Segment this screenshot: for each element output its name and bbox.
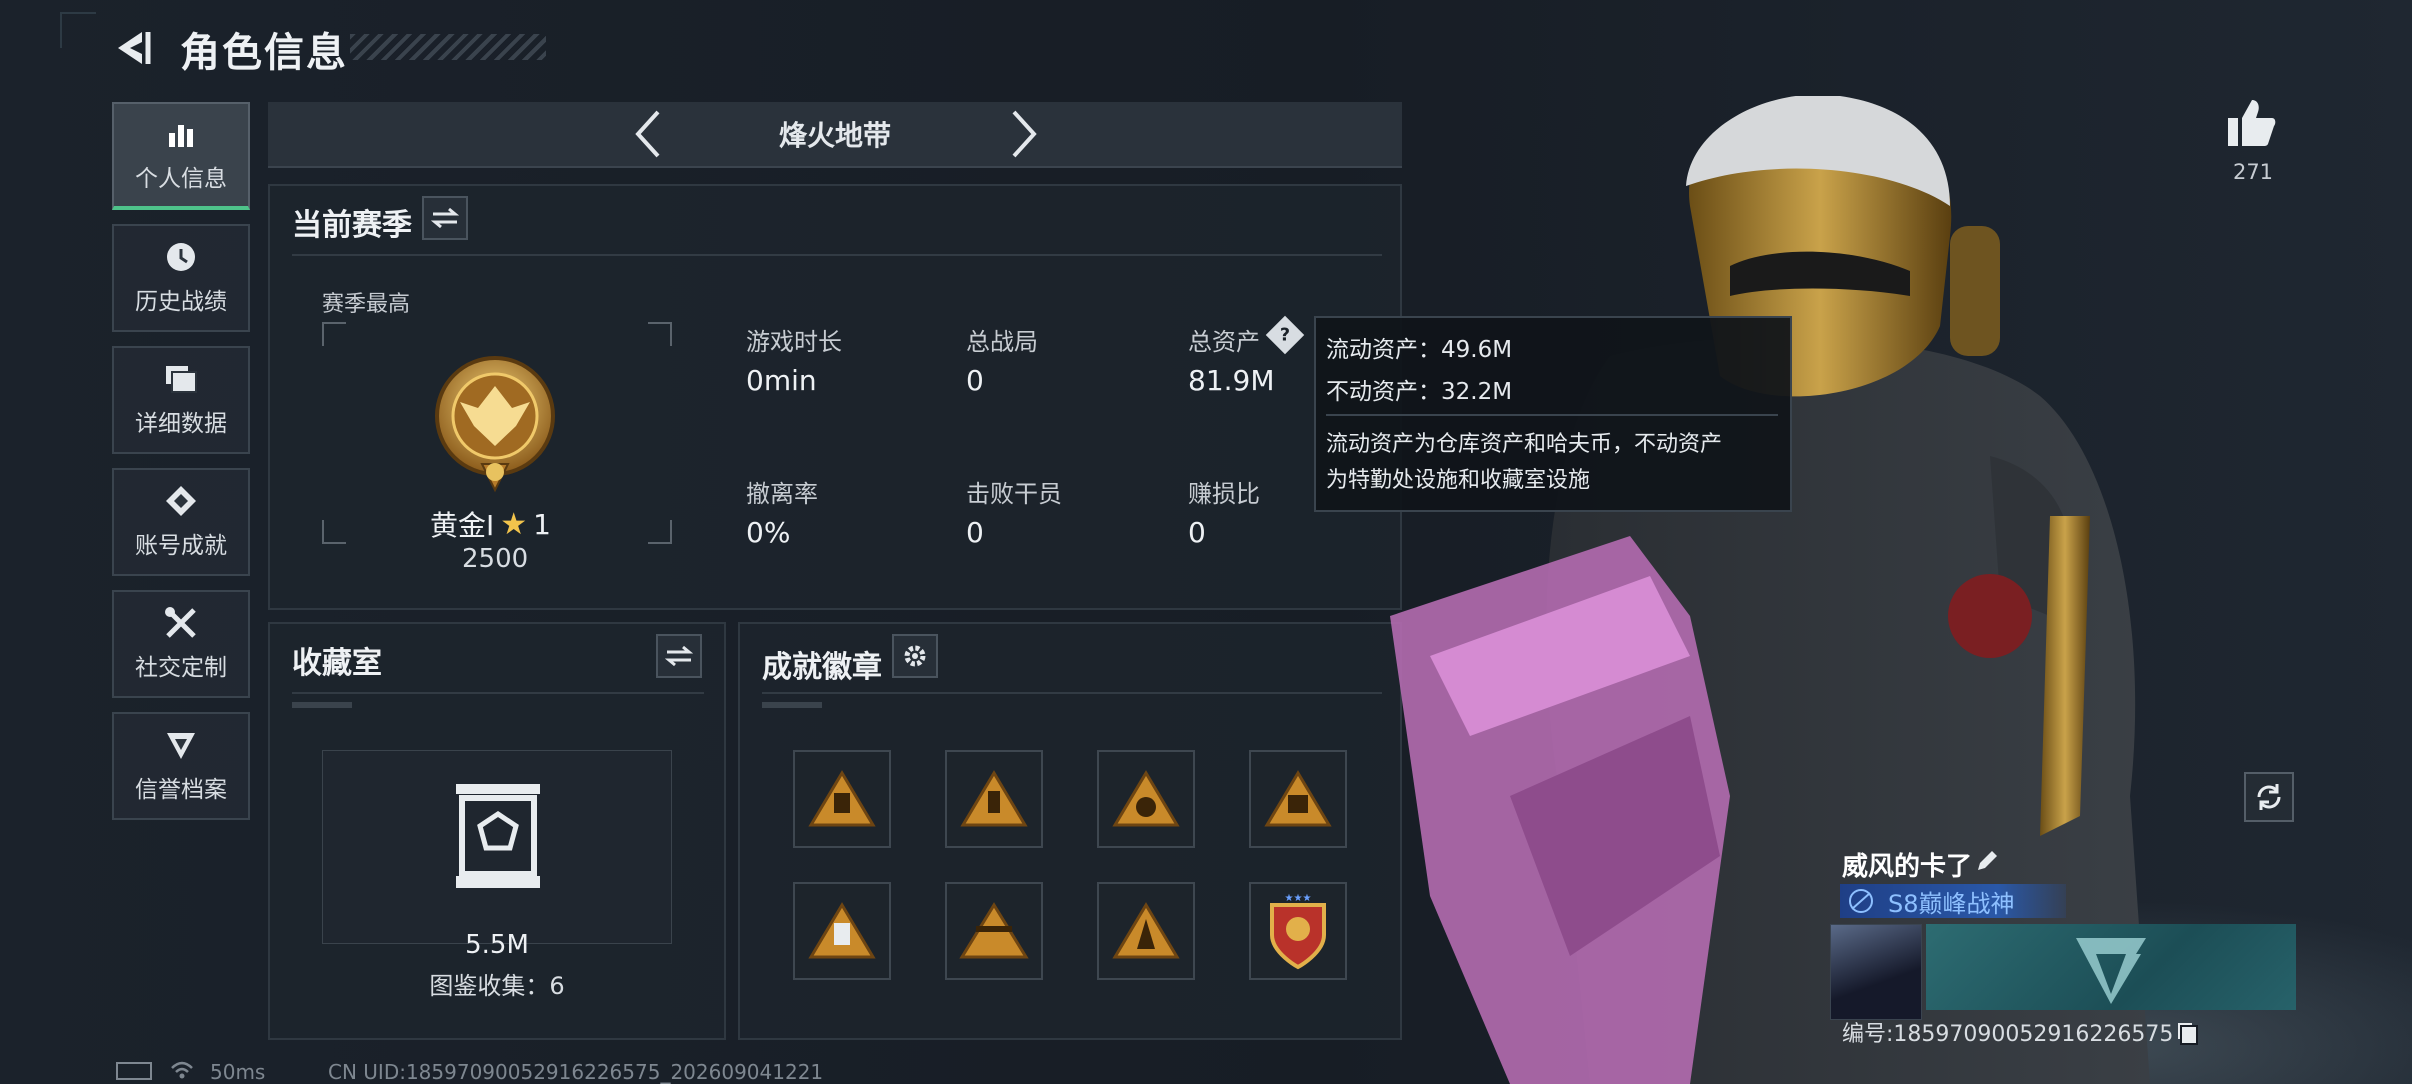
stat-value: 0min [746, 364, 817, 397]
folder-icon [164, 362, 198, 396]
stat-label: 游戏时长 [746, 328, 842, 356]
stat-label: 总资产 [1188, 328, 1260, 356]
sidebar-item-achievements[interactable]: 账号成就 [112, 468, 250, 576]
swap-collection-button[interactable] [656, 634, 702, 678]
badges-divider [762, 692, 1382, 694]
edit-icon[interactable] [1974, 848, 2000, 874]
like-count: 271 [2232, 160, 2274, 184]
sidebar-item-label: 账号成就 [135, 533, 227, 559]
sidebar-item-label: 历史战绩 [135, 289, 227, 315]
copy-icon[interactable] [2180, 1025, 2199, 1045]
shield-icon [164, 728, 198, 762]
player-uid-text: 编号:1859709005291622657​5 [1842, 1022, 2174, 1047]
back-arrow-icon[interactable] [112, 26, 156, 70]
sidebar-item-detail-data[interactable]: 详细数据 [112, 346, 250, 454]
mode-label: 烽火地带 [778, 119, 891, 152]
collection-count: 图鉴收集：6 [429, 972, 565, 1000]
badge-item[interactable] [1097, 750, 1195, 848]
sidebar-item-personal-info[interactable]: 个人信息 [112, 102, 250, 210]
badge-item[interactable] [793, 750, 891, 848]
stat-label: 撤离率 [746, 480, 818, 508]
sidebar-item-label: 个人信息 [135, 166, 227, 192]
collection-bar [292, 702, 352, 708]
season-title: 当前赛季 [292, 208, 412, 243]
tooltip-liquid: 流动资产：49.6M [1326, 337, 1513, 363]
corner-decoration [60, 12, 96, 48]
ping-label: 50ms [210, 1060, 266, 1084]
collection-title: 收藏室 [292, 646, 382, 681]
gold-rank-emblem-icon [430, 346, 560, 496]
badge-item[interactable] [945, 882, 1043, 980]
tooltip-desc-2: 为特勤处设施和收藏室设施 [1326, 468, 1591, 493]
season-best-label: 赛季最高 [322, 292, 411, 317]
sidebar-item-history[interactable]: 历史战绩 [112, 224, 250, 332]
sidebar-item-label: 社交定制 [135, 655, 227, 681]
sidebar-item-label: 信誉档案 [135, 777, 227, 803]
collection-divider [292, 692, 704, 694]
page-title: 角色信息 [180, 30, 348, 76]
rotate-model-button[interactable] [2244, 772, 2294, 822]
vault-icon [452, 780, 544, 892]
stat-value: 0 [966, 364, 984, 397]
stat-label: 击败干员 [966, 480, 1062, 508]
avatar[interactable] [1830, 924, 1922, 1020]
collection-value: 5.5M [465, 930, 529, 960]
badges-title: 成就徽章 [762, 650, 882, 685]
badges-bar [762, 702, 822, 708]
tools-icon [164, 606, 198, 640]
badge-item[interactable] [793, 882, 891, 980]
player-name: 威风的卡了 [1842, 852, 1973, 882]
wifi-icon [170, 1060, 194, 1084]
star-icon: ★ [500, 506, 528, 542]
stat-value: 0 [966, 516, 984, 549]
clock-icon [164, 240, 198, 274]
sidebar-item-label: 详细数据 [135, 411, 227, 437]
sidebar-item-social[interactable]: 社交定制 [112, 590, 250, 698]
season-tag-label: S8巅峰战神 [1888, 889, 2015, 918]
rank-label: 黄金Ⅰ ★ 1 [430, 504, 551, 544]
badge-item[interactable] [1249, 750, 1347, 848]
title-stripes [350, 34, 546, 60]
thumbs-up-icon[interactable] [2224, 96, 2278, 150]
swap-season-button[interactable] [422, 196, 468, 240]
stat-label: 赚损比 [1188, 480, 1260, 508]
stat-value: 0% [746, 516, 791, 549]
season-tag-icon [1846, 887, 1876, 915]
bar-chart-icon [164, 117, 198, 151]
achievement-icon [164, 484, 198, 518]
badge-item[interactable]: ★★★ [1249, 882, 1347, 980]
stat-value: 0 [1188, 516, 1206, 549]
badge-item[interactable] [945, 750, 1043, 848]
badge-item[interactable] [1097, 882, 1195, 980]
footer-uid: CN UID:18597090052916226575_202609041221 [328, 1060, 824, 1084]
sidebar-item-reputation[interactable]: 信誉档案 [112, 712, 250, 820]
stat-value: 81.9M [1188, 364, 1275, 397]
battery-icon [116, 1062, 152, 1080]
player-banner [1926, 924, 2296, 1010]
season-title-tag: S8巅峰战神 [1840, 884, 2066, 918]
tooltip-divider [1326, 414, 1778, 416]
season-divider [292, 254, 1382, 256]
rank-name: 黄金Ⅰ [430, 509, 495, 542]
tooltip-fixed: 不动资产：32.2M [1326, 379, 1513, 405]
badge-settings-button[interactable] [892, 634, 938, 678]
player-uid: 编号:1859709005291622657​5 [1842, 1016, 2199, 1048]
rank-points: 2500 [462, 544, 529, 574]
chevron-right-icon[interactable] [1004, 108, 1044, 160]
stat-label: 总战局 [966, 328, 1038, 356]
rank-stars: 1 [533, 507, 551, 541]
svg-text:★★★: ★★★ [1285, 893, 1312, 904]
tooltip-desc-1: 流动资产为仓库资产和哈夫币，不动资产 [1326, 432, 1723, 457]
